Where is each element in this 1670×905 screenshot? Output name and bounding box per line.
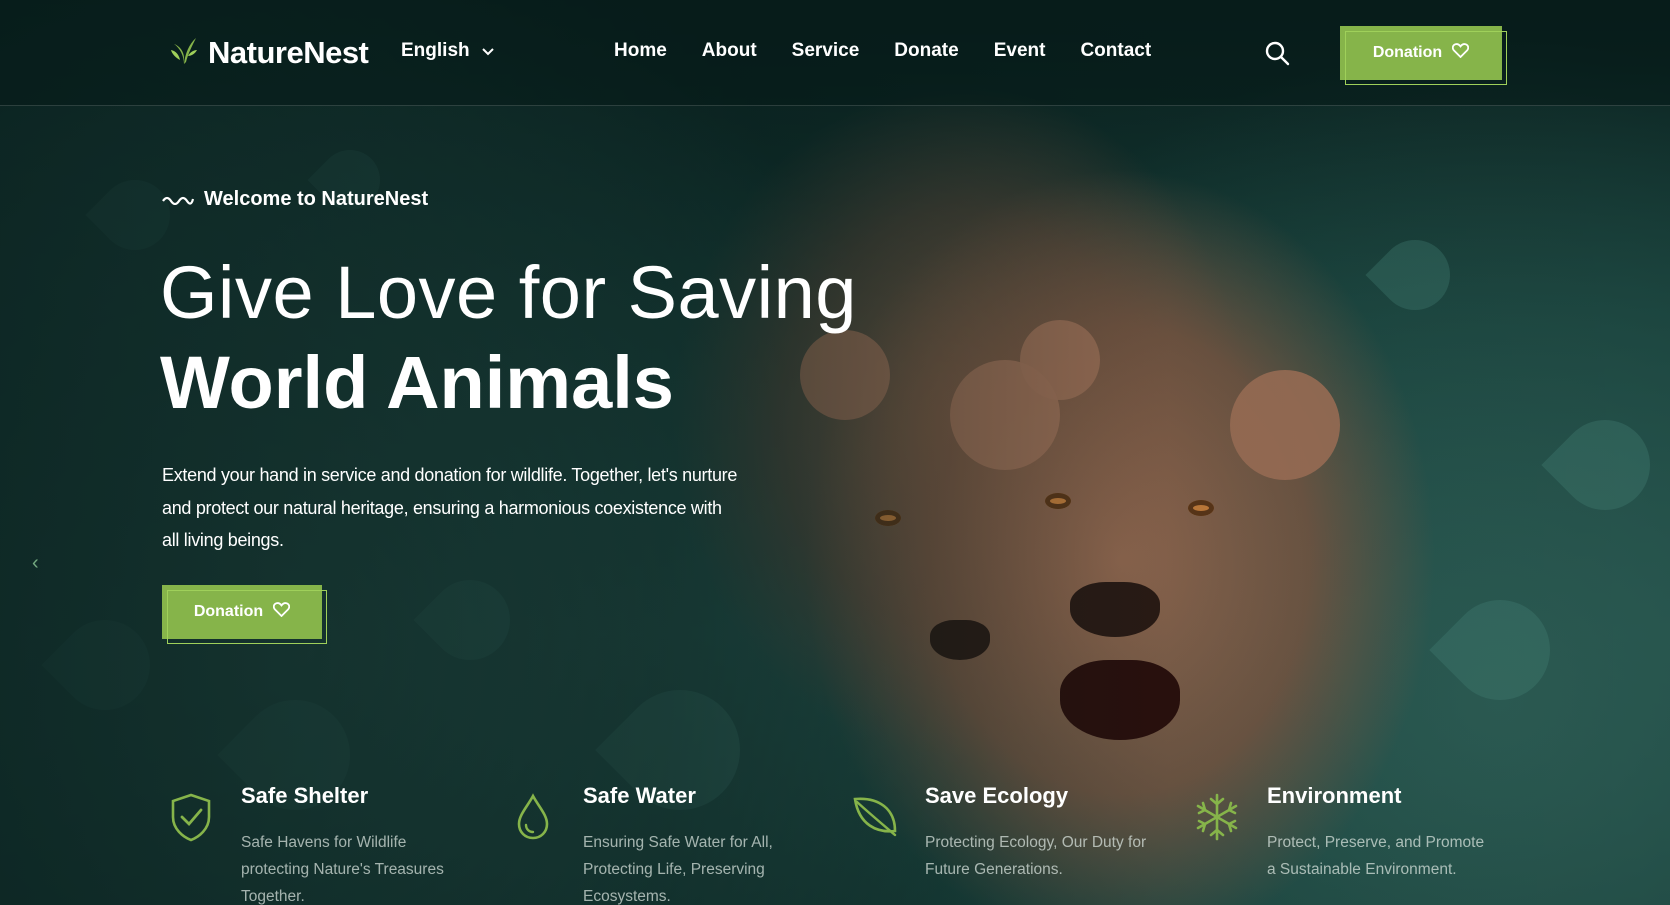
feature-description: Protect, Preserve, and Promote a Sustain…: [1267, 834, 1485, 878]
feature-title: Environment: [1267, 783, 1402, 808]
donation-button-label: Donation: [193, 603, 264, 620]
leaf-logo-icon: [170, 34, 198, 71]
heart-icon: [273, 602, 291, 622]
language-selector[interactable]: English: [401, 40, 494, 62]
hero-title-line1: Give Love for Saving: [160, 251, 857, 334]
hero-description: Extend your hand in service and donation…: [162, 465, 738, 550]
feature-save-ecology: Save Ecology Protecting Ecology, Our Dut…: [849, 783, 1179, 905]
shield-check-icon: [165, 791, 217, 843]
nav-donate[interactable]: Donate: [894, 40, 958, 62]
search-icon[interactable]: [1264, 40, 1290, 71]
nav-home[interactable]: Home: [614, 40, 667, 62]
hero-eyebrow: Welcome to NatureNest: [162, 188, 428, 211]
feature-title: Safe Water: [583, 783, 696, 808]
chevron-down-icon: [481, 40, 494, 62]
hero-donation-button[interactable]: Donation: [162, 585, 327, 644]
eyebrow-text: Welcome to NatureNest: [204, 188, 429, 210]
feature-title: Save Ecology: [925, 783, 1069, 808]
main-nav: Home About Service Donate Event Contact: [614, 40, 1151, 62]
language-label: English: [401, 40, 470, 61]
leaf-icon: [849, 791, 901, 843]
site-header: NatureNest English Home About Service Do…: [0, 0, 1670, 106]
feature-description: Ensuring Safe Water for All, Protecting …: [583, 834, 773, 905]
nav-service[interactable]: Service: [792, 40, 860, 62]
nav-contact[interactable]: Contact: [1080, 40, 1151, 62]
wave-icon: [162, 188, 195, 211]
header-donation-button[interactable]: Donation: [1340, 26, 1507, 85]
slider-prev-arrow-icon[interactable]: ‹: [32, 552, 39, 575]
feature-description: Protecting Ecology, Our Duty for Future …: [925, 834, 1147, 878]
feature-description: Safe Havens for Wildlife protecting Natu…: [241, 834, 444, 905]
nav-about[interactable]: About: [702, 40, 757, 62]
feature-safe-shelter: Safe Shelter Safe Havens for Wildlife pr…: [165, 783, 495, 905]
feature-environment: Environment Protect, Preserve, and Promo…: [1191, 783, 1521, 905]
hero-background-image: [0, 0, 1670, 905]
water-drop-icon: [507, 791, 559, 843]
feature-safe-water: Safe Water Ensuring Safe Water for All, …: [507, 783, 837, 905]
hero-title-line2: World Animals: [160, 341, 674, 424]
nav-event[interactable]: Event: [994, 40, 1046, 62]
donation-button-label: Donation: [1372, 44, 1443, 61]
snowflake-icon: [1191, 791, 1243, 843]
brand-name: NatureNest: [208, 34, 369, 70]
brand-logo[interactable]: NatureNest: [170, 34, 369, 71]
feature-title: Safe Shelter: [241, 783, 369, 808]
heart-icon: [1452, 43, 1470, 63]
